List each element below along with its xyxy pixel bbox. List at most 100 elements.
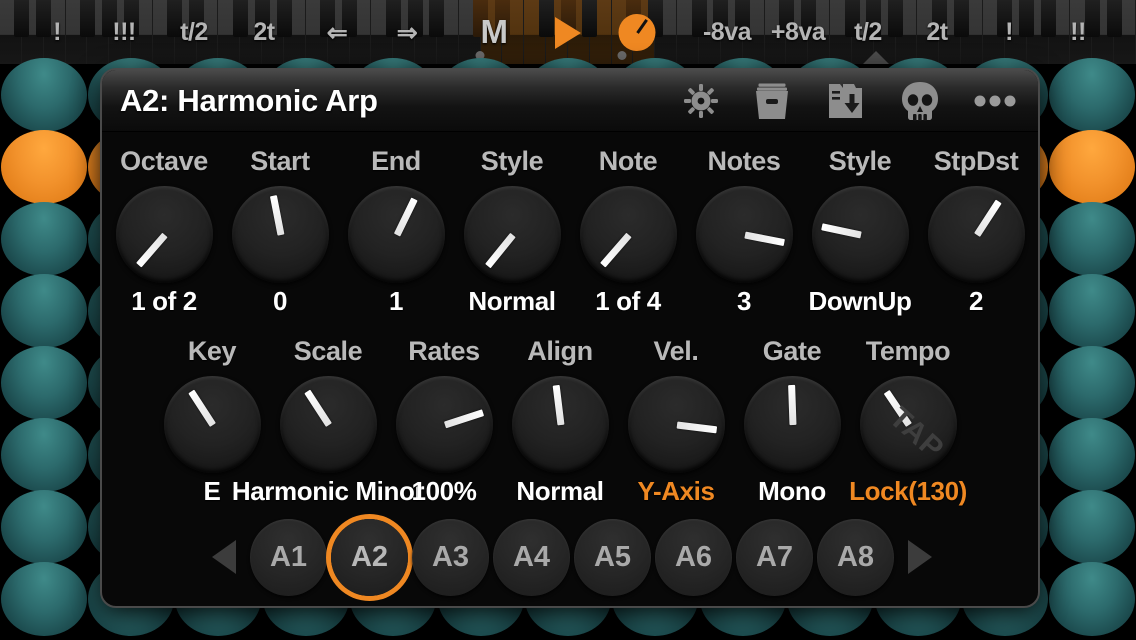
knob-gate[interactable] (744, 376, 841, 473)
knob-indicator (269, 194, 284, 236)
more-icon[interactable] (974, 94, 1016, 108)
caret-up-icon (863, 51, 889, 64)
knob-value-note: 1 of 4 (595, 286, 661, 316)
knob-align[interactable] (512, 376, 609, 473)
knob-label-end: End (371, 146, 421, 176)
knob-indicator (676, 421, 717, 433)
knob-value-vel: Y-Axis (637, 476, 715, 506)
knob-indicator (820, 222, 862, 238)
keyboard-strip[interactable]: !!!! t/2 2t ⇐ ⇒ M -8va +8va t/2 2t!!! (0, 0, 1136, 64)
knob-label-key: Key (187, 336, 237, 366)
pad-button[interactable] (1049, 274, 1136, 348)
arp-editor-panel: A2: Harmonic Arp Octave 1 of 2 Start 0 E… (100, 68, 1040, 608)
tempo-knob-icon[interactable] (618, 14, 656, 51)
knob-indicator (443, 408, 484, 428)
page-title: A2: Harmonic Arp (120, 82, 378, 118)
keyboard-label[interactable]: ⇐ (327, 18, 348, 48)
keyboard-label[interactable]: -8va (703, 18, 752, 47)
knob-tempo[interactable]: TAP (860, 376, 957, 473)
keyboard-label[interactable]: t/2 (180, 18, 208, 47)
knob-label-tempo: Tempo (865, 336, 951, 366)
knob-label-vel: Vel. (653, 336, 699, 366)
knob-vel[interactable] (628, 376, 725, 473)
knob-value-key: E (203, 476, 221, 506)
pad-button[interactable] (1049, 130, 1136, 204)
preset-button-a4[interactable]: A4 (493, 518, 570, 596)
knob-label-style1: Style (480, 146, 544, 176)
pad-button[interactable] (1049, 346, 1136, 420)
knob-indicator (303, 389, 332, 427)
knob-indicator (973, 199, 1002, 237)
knob-value-notes: 3 (736, 286, 752, 316)
next-preset-button[interactable] (896, 514, 942, 600)
preset-button-a5[interactable]: A5 (574, 518, 651, 596)
knob-octave[interactable] (116, 186, 213, 283)
keyboard-label[interactable]: ! (1005, 18, 1013, 47)
knob-value-octave: 1 of 2 (131, 286, 197, 316)
preset-button-a8[interactable]: A8 (817, 518, 894, 596)
pad-button[interactable] (0, 418, 87, 492)
preset-button-list: A1 A2 A3 A4 A5 A6 A7 A8 (248, 518, 896, 596)
knob-value-tempo: Lock(130) (849, 476, 967, 506)
keyboard-label[interactable]: !!! (112, 18, 136, 47)
pad-button[interactable] (1049, 490, 1136, 564)
knob-style2[interactable] (812, 186, 909, 283)
pad-button[interactable] (0, 274, 87, 348)
pad-button[interactable] (1049, 562, 1136, 636)
pad-button[interactable] (0, 346, 87, 420)
knob-notes[interactable] (696, 186, 793, 283)
knob-label-start: Start (250, 146, 310, 176)
keyboard-label[interactable]: t/2 (854, 18, 882, 47)
preset-button-a6[interactable]: A6 (655, 518, 732, 596)
keyboard-label[interactable]: +8va (771, 18, 826, 47)
knob-indicator (883, 389, 912, 427)
preset-button-a7[interactable]: A7 (736, 518, 813, 596)
knob-stpdst[interactable] (928, 186, 1025, 283)
knob-key[interactable] (164, 376, 261, 473)
knob-scale[interactable] (280, 376, 377, 473)
knob-label-octave: Octave (120, 146, 208, 176)
pad-button[interactable] (0, 130, 87, 204)
preset-button-a3[interactable]: A3 (412, 518, 489, 596)
knob-start[interactable] (232, 186, 329, 283)
gear-icon[interactable] (684, 84, 718, 118)
knob-end[interactable] (348, 186, 445, 283)
knob-value-rates: 100% (411, 476, 477, 506)
keyboard-label[interactable]: ! (53, 18, 61, 47)
knob-row-secondary: Key E Scale Harmonic Minor Rates 100% Align Nor… (102, 332, 1038, 522)
pad-button[interactable] (1049, 58, 1136, 132)
keyboard-label[interactable]: 2t (253, 18, 275, 47)
knob-indicator (484, 232, 516, 268)
knob-note[interactable] (580, 186, 677, 283)
knob-label-align: Align (527, 336, 593, 366)
knob-label-rates: Rates (408, 336, 480, 366)
pad-button[interactable] (0, 490, 87, 564)
knob-indicator (393, 197, 418, 237)
knob-indicator (635, 18, 648, 34)
pad-button[interactable] (1049, 418, 1136, 492)
pad-button[interactable] (0, 562, 87, 636)
panel-toolbar (684, 70, 1016, 132)
pad-button[interactable] (0, 202, 87, 276)
folder-save-icon[interactable] (826, 82, 866, 120)
archive-box-icon[interactable] (752, 82, 792, 120)
pad-button[interactable] (1049, 202, 1136, 276)
knob-label-stpdst: StpDst (933, 146, 1019, 176)
keyboard-label[interactable]: !! (1070, 18, 1086, 47)
preset-button-a2[interactable]: A2 (331, 518, 408, 596)
keyboard-labels: !!!! t/2 2t ⇐ ⇒ M -8va +8va t/2 2t!!! (0, 0, 1136, 64)
knob-style1[interactable] (464, 186, 561, 283)
preset-button-a1[interactable]: A1 (250, 518, 327, 596)
play-icon[interactable] (555, 17, 581, 49)
pad-button[interactable] (0, 58, 87, 132)
keyboard-label[interactable]: M (481, 13, 509, 51)
keyboard-label[interactable]: ⇒ (397, 18, 418, 48)
knob-row-primary: Octave 1 of 2 Start 0 End 1 Style Normal Note 1 o… (102, 140, 1038, 330)
knob-indicator (187, 389, 216, 427)
prev-preset-button[interactable] (202, 514, 248, 600)
keyboard-label[interactable]: 2t (926, 18, 948, 47)
panel-titlebar: A2: Harmonic Arp (102, 70, 1038, 132)
knob-rates[interactable] (396, 376, 493, 473)
skull-icon[interactable] (900, 81, 940, 121)
knob-label-notes: Notes (707, 146, 781, 176)
